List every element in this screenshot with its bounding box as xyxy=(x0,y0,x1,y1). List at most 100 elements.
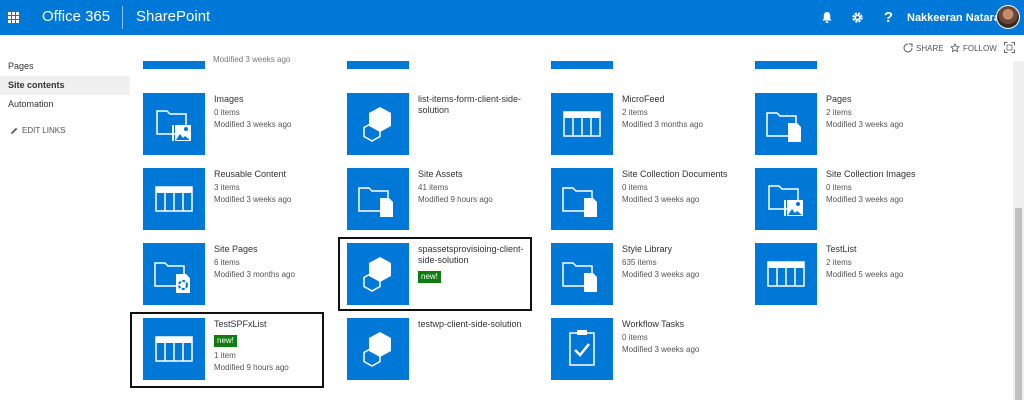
site-content-tile[interactable]: spassetsprovisioing-client-side-solution… xyxy=(347,243,547,309)
product-name[interactable]: SharePoint xyxy=(136,8,210,25)
tile-title[interactable]: Site Assets xyxy=(418,169,543,180)
tile-modified: Modified 3 weeks ago xyxy=(214,120,292,129)
partial-tile-meta: Modified 3 weeks ago xyxy=(213,55,291,64)
site-content-tile[interactable]: TestSPFxList new! 1 item Modified 9 hours a… xyxy=(143,318,343,384)
follow-label: FOLLOW xyxy=(963,43,997,53)
share-button[interactable]: SHARE xyxy=(903,43,944,53)
wiki-library-icon[interactable] xyxy=(143,243,205,305)
tile-item-count: 3 items xyxy=(214,183,240,192)
site-content-tile[interactable]: Site Assets 41 items Modified 9 hours ago xyxy=(347,168,547,234)
tile-title[interactable]: Reusable Content xyxy=(214,169,339,180)
tile-title[interactable]: Site Pages xyxy=(214,244,339,255)
tile-modified: Modified 3 weeks ago xyxy=(826,120,904,129)
tile-title[interactable]: Style Library xyxy=(622,244,747,255)
tile-item-count: 0 items xyxy=(214,108,240,117)
avatar[interactable] xyxy=(996,5,1020,29)
office365-brand[interactable]: Office 365 xyxy=(42,8,110,25)
app-hexagon-icon[interactable] xyxy=(347,243,409,305)
tile-info: Pages 2 items Modified 3 weeks ago xyxy=(826,94,951,131)
site-content-tile[interactable]: list-items-form-client-side-solution xyxy=(347,93,547,159)
tile-title[interactable]: TestList xyxy=(826,244,951,255)
tile-modified: Modified 3 months ago xyxy=(622,120,703,129)
nav-item-site-contents[interactable]: Site contents xyxy=(0,76,130,95)
tile-title[interactable]: MicroFeed xyxy=(622,94,747,105)
site-content-tile[interactable]: TestList 2 items Modified 5 weeks ago xyxy=(755,243,955,309)
document-library-icon[interactable] xyxy=(551,243,613,305)
site-content-tile[interactable]: Reusable Content 3 items Modified 3 weeks … xyxy=(143,168,343,234)
site-content-tile[interactable]: MicroFeed 2 items Modified 3 months ago xyxy=(551,93,751,159)
list-icon[interactable] xyxy=(143,168,205,230)
tile-modified: Modified 3 weeks ago xyxy=(622,345,700,354)
site-content-tile[interactable]: Images 0 items Modified 3 weeks ago xyxy=(143,93,343,159)
tile-modified: Modified 3 weeks ago xyxy=(826,195,904,204)
left-navigation: Pages Site contents Automation xyxy=(0,57,130,114)
tile-modified: Modified 9 hours ago xyxy=(418,195,493,204)
tile-title[interactable]: Site Collection Images xyxy=(826,169,951,180)
new-badge: new! xyxy=(418,271,441,283)
tile-title[interactable]: Workflow Tasks xyxy=(622,319,747,330)
nav-item-pages[interactable]: Pages xyxy=(0,57,130,76)
tile-info: TestList 2 items Modified 5 weeks ago xyxy=(826,244,951,281)
site-content-tile[interactable]: Site Pages 6 items Modified 3 months ago xyxy=(143,243,343,309)
tile-title[interactable]: Site Collection Documents xyxy=(622,169,747,180)
settings-gear-icon[interactable] xyxy=(842,0,873,35)
share-label: SHARE xyxy=(916,43,944,53)
site-content-tile[interactable]: Style Library 635 items Modified 3 weeks a… xyxy=(551,243,751,309)
tile-modified: Modified 3 weeks ago xyxy=(214,195,292,204)
tile-info: Images 0 items Modified 3 weeks ago xyxy=(214,94,339,131)
document-library-icon[interactable] xyxy=(755,93,817,155)
site-content-tile[interactable]: Pages 2 items Modified 3 weeks ago xyxy=(755,93,955,159)
tile-info: TestSPFxList new! 1 item Modified 9 hours a… xyxy=(214,319,339,374)
partial-tile-thumb[interactable] xyxy=(347,61,409,69)
app-hexagon-icon[interactable] xyxy=(347,93,409,155)
tile-item-count: 635 items xyxy=(622,258,657,267)
site-content-tile[interactable]: testwp-client-side-solution xyxy=(347,318,547,384)
scrollbar-thumb[interactable] xyxy=(1015,208,1022,400)
tile-item-count: 0 items xyxy=(622,333,648,342)
picture-library-icon[interactable] xyxy=(143,93,205,155)
tile-info: Workflow Tasks 0 items Modified 3 weeks ag… xyxy=(622,319,747,356)
notifications-bell-icon[interactable] xyxy=(811,0,842,35)
tile-modified: Modified 3 weeks ago xyxy=(622,195,700,204)
focus-mode-icon[interactable] xyxy=(1004,42,1015,53)
site-content-tile[interactable]: Workflow Tasks 0 items Modified 3 weeks ag… xyxy=(551,318,751,384)
follow-button[interactable]: FOLLOW xyxy=(950,43,997,53)
app-hexagon-icon[interactable] xyxy=(347,318,409,380)
edit-links-button[interactable]: EDIT LINKS xyxy=(10,126,65,135)
tile-item-count: 2 items xyxy=(622,108,648,117)
document-library-icon[interactable] xyxy=(347,168,409,230)
tile-title[interactable]: list-items-form-client-side-solution xyxy=(418,94,543,116)
tile-info: Site Collection Documents 0 items Modified… xyxy=(622,169,747,206)
tile-info: list-items-form-client-side-solution xyxy=(418,94,543,116)
tile-item-count: 0 items xyxy=(622,183,648,192)
list-icon[interactable] xyxy=(551,93,613,155)
app-launcher-icon[interactable] xyxy=(0,0,26,35)
tile-info: Reusable Content 3 items Modified 3 weeks … xyxy=(214,169,339,206)
tile-title[interactable]: Images xyxy=(214,94,339,105)
site-content-tile[interactable]: Site Collection Documents 0 items Modified… xyxy=(551,168,751,234)
partial-tile-thumb[interactable] xyxy=(755,61,817,69)
suite-bar: Office 365 SharePoint ? Nakkeeran Natara… xyxy=(0,0,1024,35)
tile-info: Site Assets 41 items Modified 9 hours ago xyxy=(418,169,543,206)
tile-item-count: 1 item xyxy=(214,351,236,360)
partial-tile-thumb[interactable] xyxy=(551,61,613,69)
help-icon[interactable]: ? xyxy=(873,0,904,35)
tile-title[interactable]: TestSPFxList xyxy=(214,319,339,330)
star-icon xyxy=(950,43,960,53)
list-icon[interactable] xyxy=(755,243,817,305)
nav-item-automation[interactable]: Automation xyxy=(0,95,130,114)
tile-title[interactable]: testwp-client-side-solution xyxy=(418,319,543,330)
tile-modified: Modified 3 weeks ago xyxy=(622,270,700,279)
document-library-icon[interactable] xyxy=(551,168,613,230)
tile-info: Style Library 635 items Modified 3 weeks a… xyxy=(622,244,747,281)
picture-library-icon[interactable] xyxy=(755,168,817,230)
tile-modified: Modified 9 hours ago xyxy=(214,363,289,372)
tile-modified: Modified 5 weeks ago xyxy=(826,270,904,279)
list-icon[interactable] xyxy=(143,318,205,380)
tile-title[interactable]: Pages xyxy=(826,94,951,105)
site-content-tile[interactable]: Site Collection Images 0 items Modified 3 … xyxy=(755,168,955,234)
partial-tile-thumb[interactable] xyxy=(143,61,205,69)
tasks-icon[interactable] xyxy=(551,318,613,380)
suite-divider xyxy=(122,6,123,29)
tile-title[interactable]: spassetsprovisioing-client-side-solution xyxy=(418,244,543,266)
